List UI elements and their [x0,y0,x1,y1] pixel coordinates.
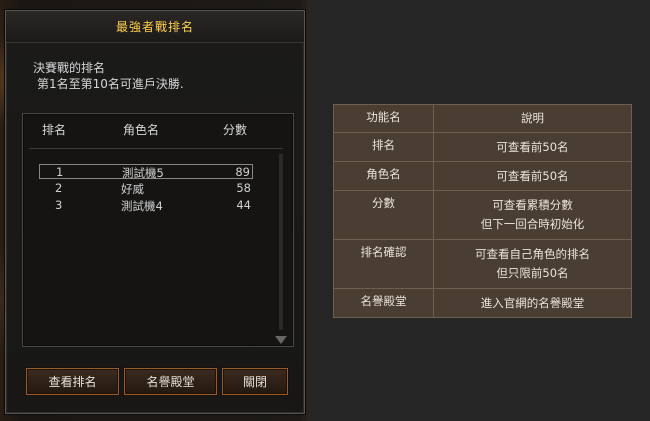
feature-info-table: 功能名 說明 排名 可查看前50名 角色名 可查看前50名 分數 可查看累積分數… [333,104,632,318]
row-name: 測試機4 [121,199,163,213]
ranking-list-header: 排名 角色名 分數 [23,114,293,144]
info-key: 排名確認 [333,239,434,289]
info-value-line-1: 可查看前50名 [496,139,569,154]
triangle-down-icon[interactable] [275,336,287,344]
info-value-line-1: 進入官網的名譽殿堂 [480,295,585,310]
info-key: 名譽殿堂 [333,288,434,318]
row-name: 好威 [121,182,144,196]
header-feature-name: 功能名 [333,104,434,133]
info-value: 可查看前50名 [433,161,632,191]
ranking-list: 排名 角色名 分數 1 測試機5 89 2 好威 58 3 測試機4 44 [22,113,294,347]
info-key: 角色名 [333,161,434,191]
info-value: 可查看前50名 [433,132,632,162]
info-value-line-1: 可查看累積分數 [492,198,573,212]
column-rank: 排名 [42,122,67,137]
info-value-line-2: 但只限前50名 [496,266,569,280]
info-table-row: 排名確認 可查看自己角色的排名 但只限前50名 [333,239,632,289]
ranking-dialog: 最強者戰排名 決賽戰的排名 第1名至第10名可進戶決勝. 排名 角色名 分數 1… [5,10,305,414]
dialog-title-bar[interactable]: 最強者戰排名 [6,11,304,43]
info-value-line-1: 可查看前50名 [496,168,569,183]
row-rank: 1 [56,165,64,179]
ranking-row[interactable]: 1 測試機5 89 [39,164,253,180]
row-name: 測試機5 [122,166,164,180]
view-rank-button[interactable]: 查看排名 [26,368,119,395]
info-key: 分數 [333,190,434,240]
ranking-scrollbar[interactable] [275,154,287,344]
info-value: 可查看自己角色的排名 但只限前50名 [433,239,632,289]
header-divider [29,148,283,149]
dialog-title: 最強者戰排名 [115,20,194,34]
intro-line-1: 決賽戰的排名 [33,61,106,75]
close-button[interactable]: 關閉 [222,368,288,395]
info-value-line-1: 可查看自己角色的排名 [475,247,590,261]
row-rank: 2 [55,181,63,195]
ranking-row[interactable]: 3 測試機4 44 [39,198,253,213]
row-rank: 3 [55,198,63,212]
intro-line-2: 第1名至第10名可進戶決勝. [37,77,184,91]
info-value-line-2: 但下一回合時初始化 [480,217,585,231]
info-table-header: 功能名 說明 [333,104,632,133]
column-score: 分數 [223,122,248,137]
intro-text: 決賽戰的排名 第1名至第10名可進戶決勝. [33,60,184,92]
info-value: 進入官網的名譽殿堂 [433,288,632,318]
info-table-row: 角色名 可查看前50名 [333,161,632,191]
info-value: 可查看累積分數 但下一回合時初始化 [433,190,632,240]
ranking-row[interactable]: 2 好威 58 [39,181,253,196]
row-score: 89 [235,165,250,179]
column-name: 角色名 [123,122,160,137]
info-table-row: 名譽殿堂 進入官網的名譽殿堂 [333,288,632,318]
row-score: 44 [236,198,251,212]
info-key: 排名 [333,132,434,162]
header-description: 說明 [433,104,632,133]
row-score: 58 [236,181,251,195]
hall-of-fame-button[interactable]: 名譽殿堂 [124,368,217,395]
scroll-track[interactable] [279,154,283,330]
info-table-row: 分數 可查看累積分數 但下一回合時初始化 [333,190,632,240]
info-table-row: 排名 可查看前50名 [333,132,632,162]
